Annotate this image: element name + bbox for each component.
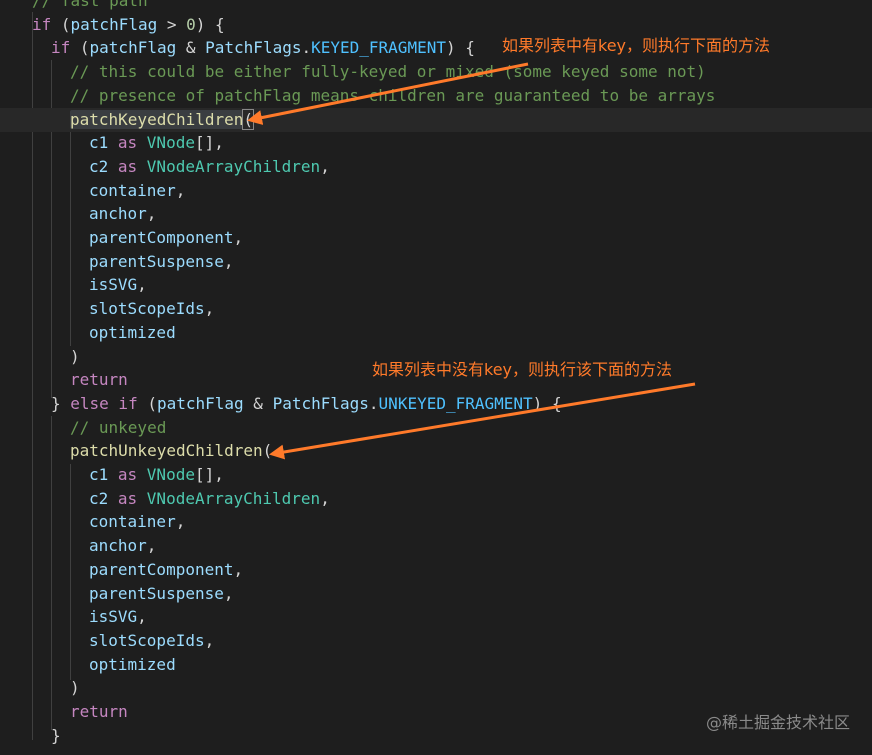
code-editor[interactable]: // fast path if (patchFlag > 0) {if (patc… <box>0 0 872 755</box>
annotation-keyed: 如果列表中有key，则执行下面的方法 <box>502 36 771 55</box>
annotation-unkeyed: 如果列表中没有key，则执行该下面的方法 <box>372 360 673 379</box>
arrow-unkeyed <box>269 382 696 460</box>
watermark: @稀土掘金技术社区 <box>705 713 850 732</box>
arrow-keyed <box>247 62 529 125</box>
